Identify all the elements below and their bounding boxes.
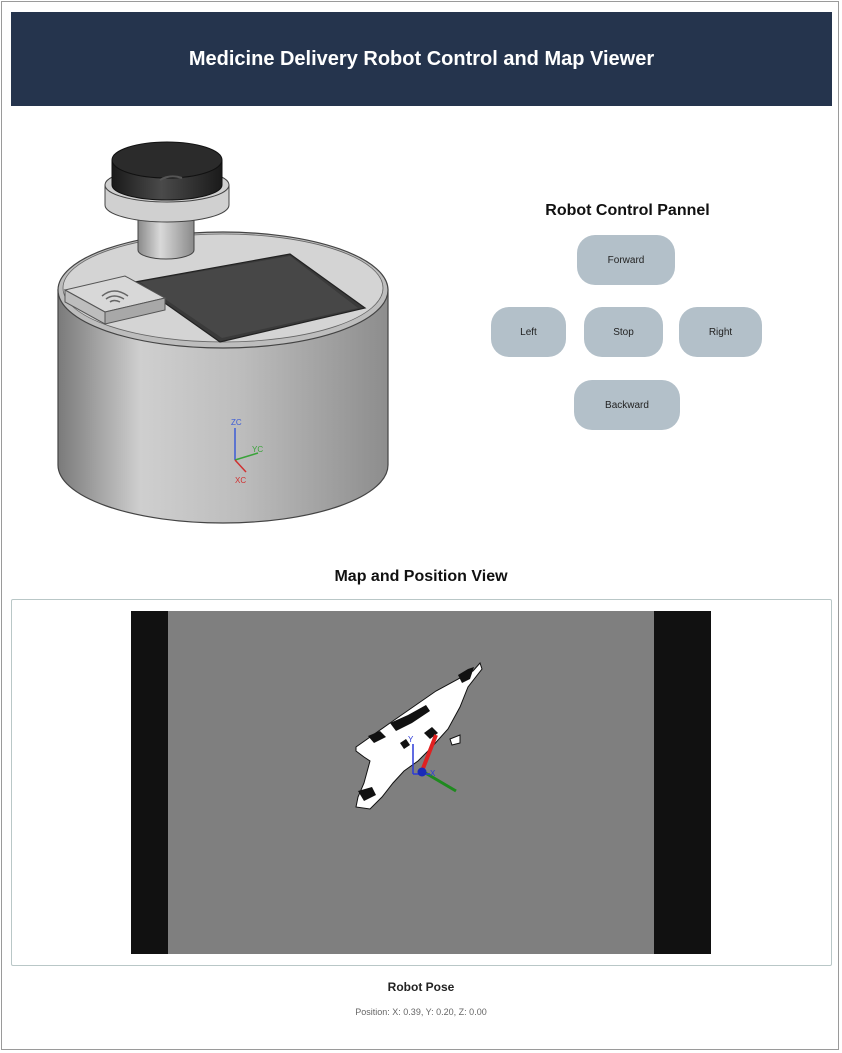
stop-button[interactable]: Stop (584, 307, 663, 357)
map-canvas[interactable]: Y X (131, 611, 711, 954)
axis-label-yc: YC (252, 445, 263, 454)
robot-position-readout: Position: X: 0.39, Y: 0.20, Z: 0.00 (355, 1007, 487, 1017)
left-button[interactable]: Left (491, 307, 566, 357)
explored-area (355, 662, 483, 810)
robot-3d-model: ZC YC XC (40, 130, 410, 530)
map-axis-label-x: X (430, 769, 436, 778)
backward-button[interactable]: Backward (574, 380, 680, 430)
control-panel-title: Robot Control Pannel (545, 202, 710, 219)
axis-label-zc: ZC (231, 418, 242, 427)
occupancy-grid: Y X (168, 611, 654, 954)
map-view-title: Map and Position View (334, 568, 508, 585)
right-button[interactable]: Right (679, 307, 762, 357)
robot-model-image: ZC YC XC (57, 141, 389, 524)
robot-pose-title: Robot Pose (387, 980, 455, 994)
page-header: Medicine Delivery Robot Control and Map … (11, 12, 832, 106)
map-axis-label-y: Y (408, 735, 414, 744)
page-title: Medicine Delivery Robot Control and Map … (188, 47, 655, 70)
forward-button[interactable]: Forward (577, 235, 675, 285)
map-scan-overlay: Y X (355, 662, 483, 810)
axis-label-xc: XC (235, 476, 246, 485)
